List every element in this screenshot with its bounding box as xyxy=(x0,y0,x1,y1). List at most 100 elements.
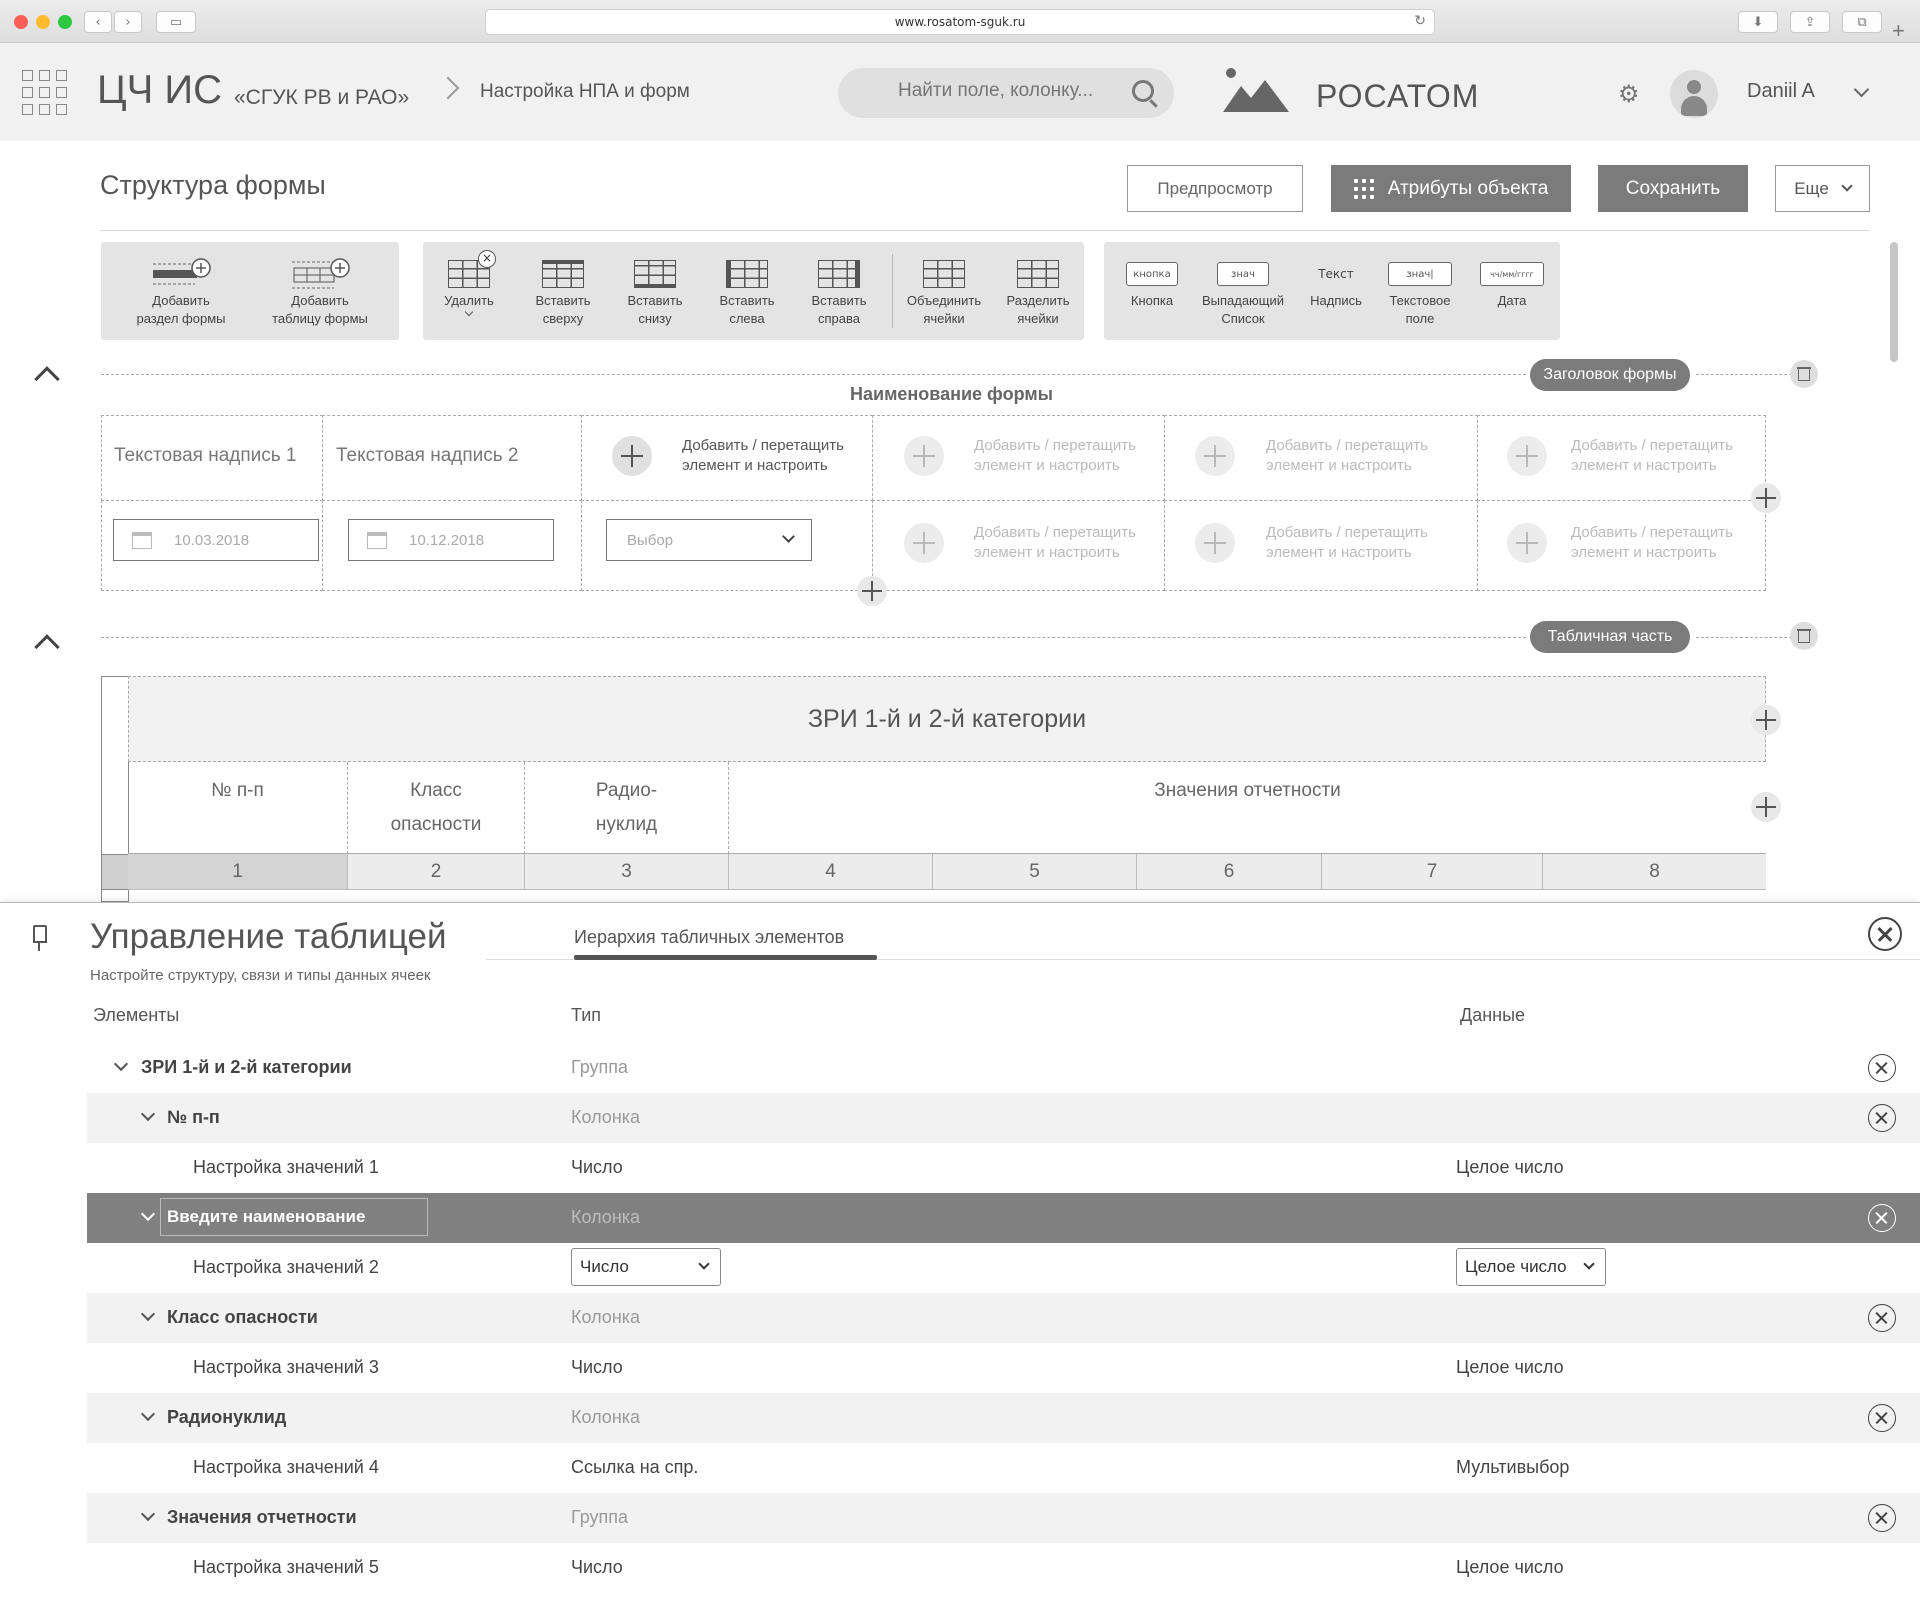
collapse-table-icon[interactable] xyxy=(34,634,60,660)
chevron-down-icon[interactable] xyxy=(140,1106,156,1122)
add-element-hint: Добавить / перетащить элемент и настроит… xyxy=(682,437,844,474)
add-element-icon[interactable] xyxy=(904,436,944,476)
object-attributes-button[interactable]: Атрибуты объекта xyxy=(1331,165,1571,212)
address-bar[interactable]: www.rosatom-sguk.ru ↻ xyxy=(485,9,1435,35)
breadcrumb[interactable]: Настройка НПА и форм xyxy=(480,81,690,103)
add-column-icon[interactable] xyxy=(1751,705,1781,735)
back-button[interactable]: ‹ xyxy=(84,11,112,33)
zoom-window-button[interactable] xyxy=(58,15,72,29)
add-element-icon[interactable] xyxy=(1195,436,1235,476)
table-row[interactable]: Настройка значений 3 Число Целое число xyxy=(87,1343,1920,1393)
table-row[interactable]: Настройка значений 2 Число Целое число xyxy=(87,1243,1920,1293)
table-row[interactable]: Значения отчетности Группа xyxy=(87,1493,1920,1543)
table-row[interactable]: Настройка значений 4 Ссылка на спр. Муль… xyxy=(87,1443,1920,1493)
element-textfield-tool[interactable]: знач| Текстовое поле xyxy=(1374,242,1466,340)
text-label-1[interactable]: Текстовая надпись 1 xyxy=(114,445,297,467)
downloads-button[interactable]: ⬇ xyxy=(1738,11,1778,33)
more-button[interactable]: Еще xyxy=(1775,165,1870,212)
table-row-selected[interactable]: Колонка xyxy=(87,1193,1920,1243)
type-select[interactable]: Число xyxy=(571,1248,721,1286)
search-icon[interactable] xyxy=(1132,80,1154,102)
sidebar-toggle-button[interactable]: ▭ xyxy=(156,11,196,33)
pin-icon[interactable] xyxy=(32,925,47,951)
search-box[interactable] xyxy=(838,68,1174,118)
table-part-badge[interactable]: Табличная часть xyxy=(1530,621,1690,653)
chevron-down-icon[interactable] xyxy=(113,1056,129,1072)
preview-button[interactable]: Предпросмотр xyxy=(1127,165,1303,212)
row-name-input[interactable] xyxy=(160,1198,428,1236)
add-section-button[interactable]: Добавить раздел формы xyxy=(121,242,241,340)
add-column-icon[interactable] xyxy=(1751,792,1781,822)
table-row[interactable]: Класс опасности Колонка xyxy=(87,1293,1920,1343)
page-scrollbar[interactable] xyxy=(1890,242,1898,362)
column-header-num[interactable]: № п-п xyxy=(128,762,348,854)
chevron-down-icon[interactable] xyxy=(140,1206,156,1222)
forward-button[interactable]: › xyxy=(114,11,142,33)
merge-cells-button[interactable]: Объединить ячейки xyxy=(895,242,993,340)
date-input-2[interactable]: 10.12.2018 xyxy=(348,519,554,561)
add-table-label: Добавить таблицу формы xyxy=(272,293,368,326)
table-row[interactable]: Настройка значений 1 Число Целое число xyxy=(87,1143,1920,1193)
minimize-window-button[interactable] xyxy=(36,15,50,29)
table-row[interactable]: Настройка значений 5 Число Целое число xyxy=(87,1543,1920,1593)
element-label-tool[interactable]: Текст Надпись xyxy=(1294,242,1378,340)
remove-row-icon[interactable] xyxy=(1868,1304,1896,1332)
avatar[interactable] xyxy=(1670,70,1718,118)
table-row[interactable]: Радионуклид Колонка xyxy=(87,1393,1920,1443)
add-element-icon[interactable] xyxy=(1507,523,1547,563)
search-input[interactable] xyxy=(898,80,1118,102)
element-dropdown-tool[interactable]: знач Выпадающий Список xyxy=(1194,242,1292,340)
tab-hierarchy[interactable]: Иерархия табличных элементов xyxy=(574,927,844,948)
insert-left-button[interactable]: Вставить слева xyxy=(707,242,787,340)
add-element-icon[interactable] xyxy=(1195,523,1235,563)
add-column-icon[interactable] xyxy=(1751,483,1781,513)
delete-button[interactable]: × Удалить xyxy=(429,242,509,340)
table-title[interactable]: ЗРИ 1-й и 2-й категории xyxy=(128,676,1766,762)
chevron-down-icon[interactable] xyxy=(140,1506,156,1522)
trash-icon[interactable] xyxy=(1790,622,1818,650)
data-select[interactable]: Целое число xyxy=(1456,1248,1606,1286)
table-row[interactable]: № п-п Колонка xyxy=(87,1093,1920,1143)
close-window-button[interactable] xyxy=(14,15,28,29)
insert-below-button[interactable]: Вставить снизу xyxy=(615,242,695,340)
remove-row-icon[interactable] xyxy=(1868,1404,1896,1432)
remove-row-icon[interactable] xyxy=(1868,1054,1896,1082)
gear-icon[interactable]: ⚙ xyxy=(1618,80,1640,108)
table-row[interactable]: ЗРИ 1-й и 2-й категории Группа xyxy=(87,1043,1920,1093)
chevron-right-icon: › xyxy=(125,14,131,30)
save-button[interactable]: Сохранить xyxy=(1598,165,1748,212)
form-header-badge[interactable]: Заголовок формы xyxy=(1530,359,1690,391)
element-date-tool[interactable]: чч/мм/гггг Дата xyxy=(1470,242,1554,340)
dropdown-preview: знач xyxy=(1217,262,1269,286)
remove-row-icon[interactable] xyxy=(1868,1104,1896,1132)
collapse-header-icon[interactable] xyxy=(34,366,60,392)
insert-above-button[interactable]: Вставить сверху xyxy=(523,242,603,340)
split-cells-button[interactable]: Разделить ячейки xyxy=(995,242,1081,340)
date-input-1[interactable]: 10.03.2018 xyxy=(113,519,319,561)
close-panel-button[interactable] xyxy=(1868,917,1902,951)
apps-grid-icon[interactable] xyxy=(22,70,67,115)
chevron-down-icon[interactable] xyxy=(140,1406,156,1422)
add-element-icon[interactable] xyxy=(1507,436,1547,476)
add-row-icon[interactable] xyxy=(857,576,887,606)
column-header-class[interactable]: Класс опасности xyxy=(348,762,525,854)
user-name[interactable]: Daniil A xyxy=(1747,80,1815,103)
column-header-radionuclide[interactable]: Радио- нуклид xyxy=(525,762,729,854)
add-element-icon[interactable] xyxy=(904,523,944,563)
share-button[interactable]: ⇪ xyxy=(1790,11,1830,33)
add-element-icon[interactable] xyxy=(612,436,652,476)
text-label-2[interactable]: Текстовая надпись 2 xyxy=(336,445,519,467)
remove-row-icon[interactable] xyxy=(1868,1504,1896,1532)
reload-icon[interactable]: ↻ xyxy=(1414,13,1426,29)
tabs-button[interactable]: ⧉ xyxy=(1842,11,1882,33)
add-table-button[interactable]: Добавить таблицу формы xyxy=(257,242,383,340)
new-tab-icon[interactable]: + xyxy=(1892,18,1905,44)
share-icon: ⇪ xyxy=(1804,14,1816,30)
trash-icon[interactable] xyxy=(1790,360,1818,388)
column-header-values[interactable]: Значения отчетности xyxy=(729,762,1766,854)
element-button-tool[interactable]: кнопка Кнопка xyxy=(1110,242,1194,340)
choice-select[interactable]: Выбор xyxy=(606,519,812,561)
insert-right-button[interactable]: Вставить справа xyxy=(799,242,879,340)
chevron-down-icon[interactable] xyxy=(140,1306,156,1322)
remove-row-icon[interactable] xyxy=(1868,1204,1896,1232)
